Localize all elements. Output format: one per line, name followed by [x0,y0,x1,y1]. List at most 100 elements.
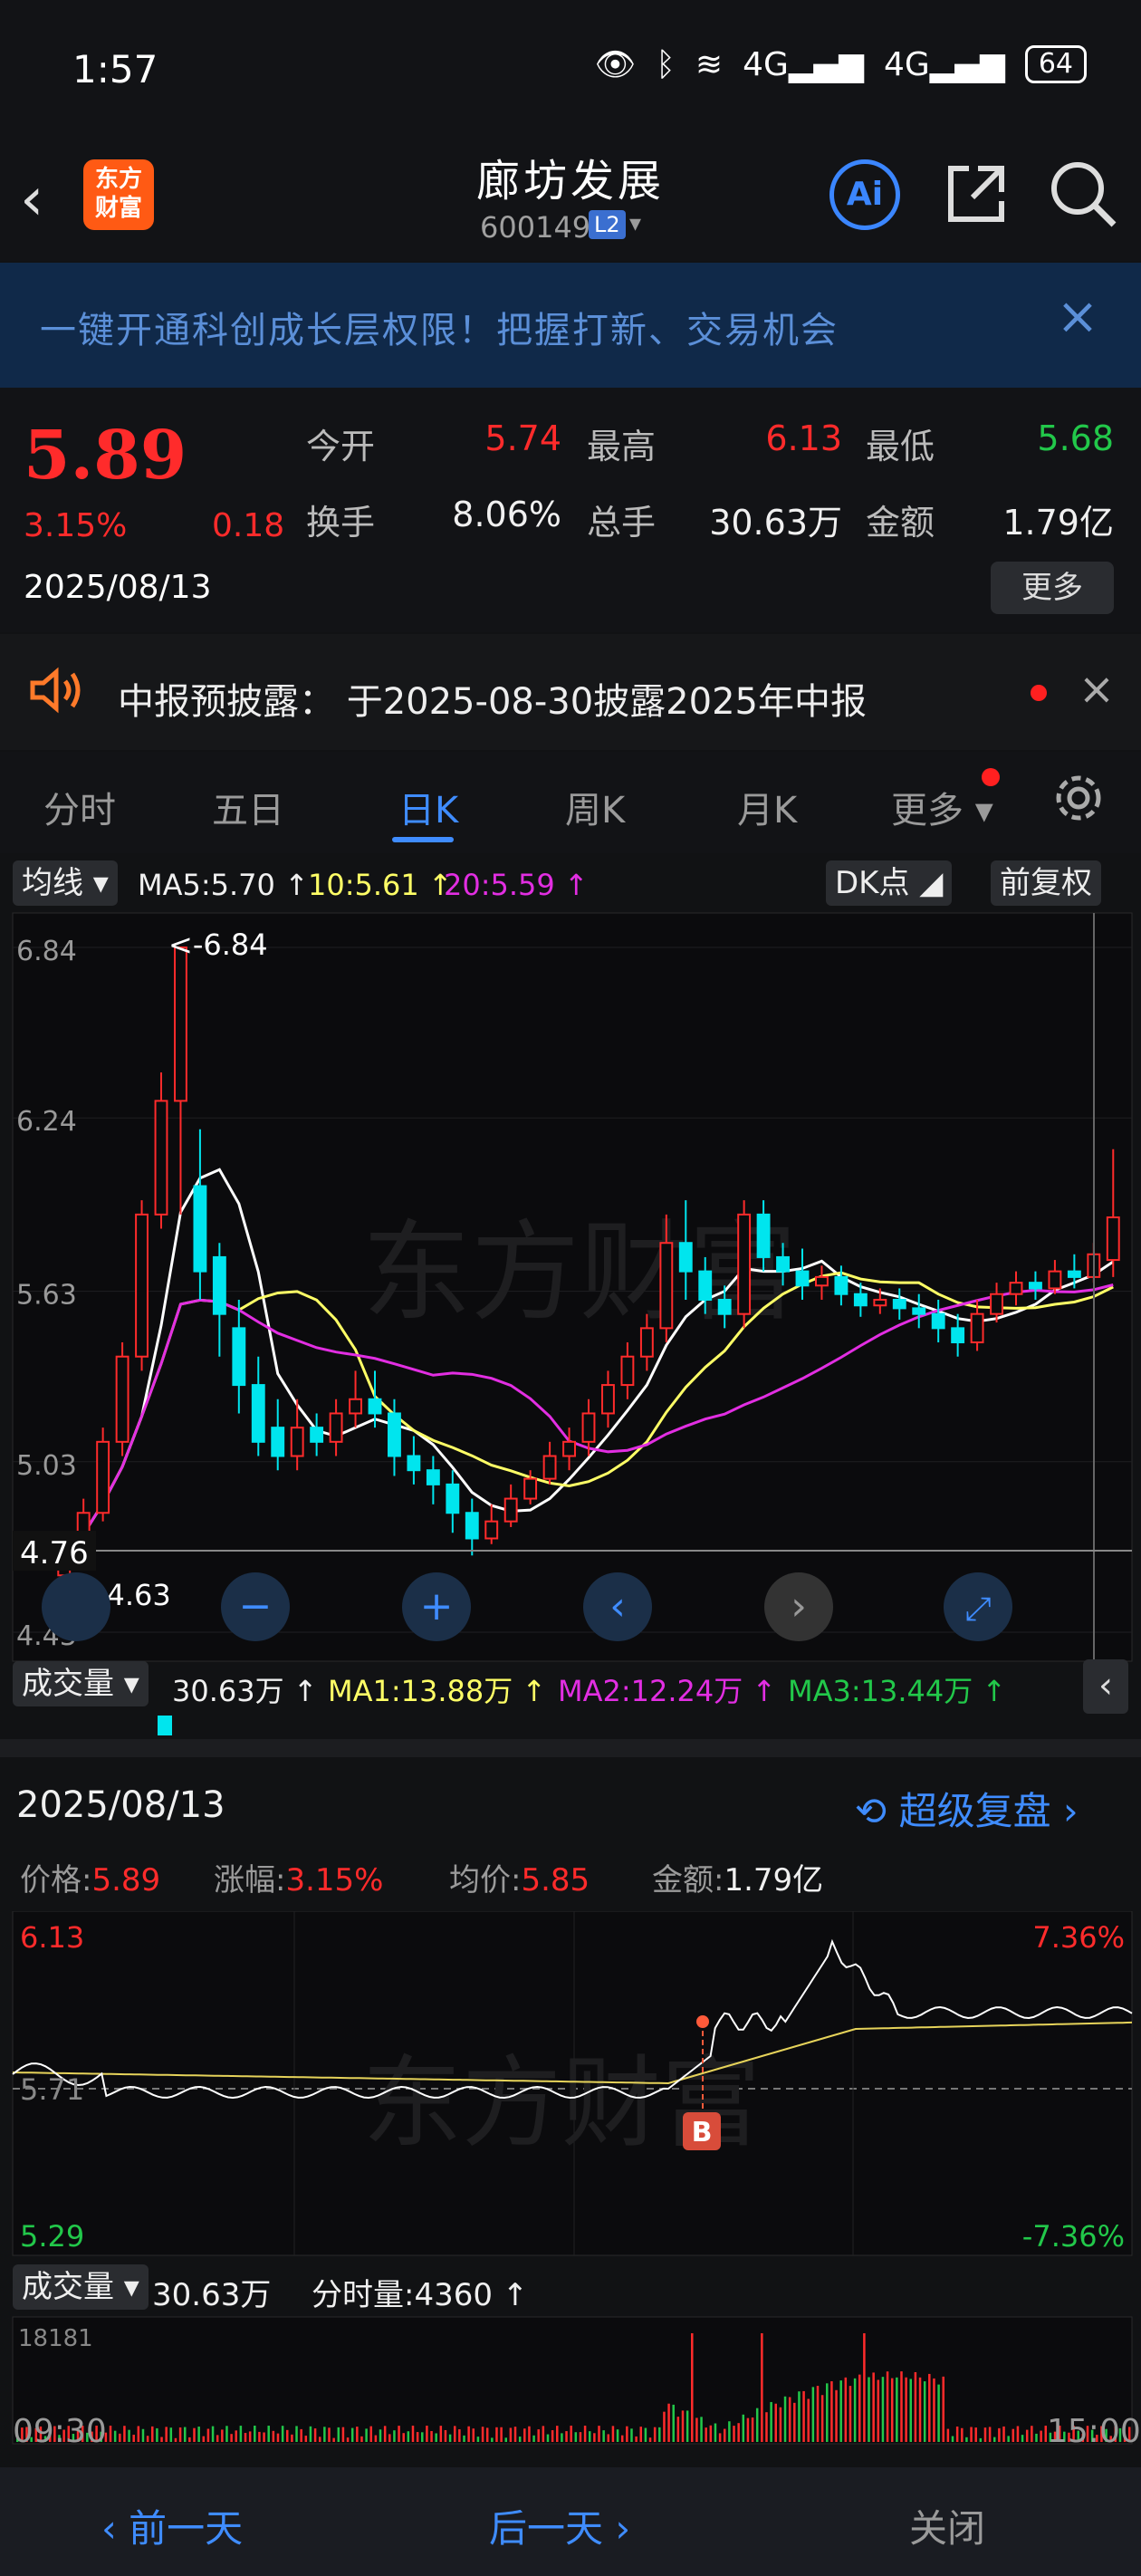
stock-code[interactable]: 600149 [480,210,590,245]
tab-daily-k[interactable]: 日K [398,781,458,833]
adjust-selector[interactable]: 前复权 [991,860,1101,906]
tab-monthly-k[interactable]: 月K [737,781,797,833]
volume-bar [430,2430,433,2442]
volume-bar [254,2426,256,2442]
volume-bar [890,2378,894,2442]
candle-body [135,1213,149,1358]
volume-bar [765,2412,768,2442]
prev-day-button[interactable]: ‹ 前一天 [101,2498,243,2553]
candle-body [329,1412,343,1443]
share-icon[interactable] [942,159,1011,228]
super-replay-link[interactable]: ⟲ 超级复盘 › [855,1781,1079,1836]
volume-bar [1007,2436,1010,2442]
candle-body [678,1242,693,1273]
volume-bar [695,2417,698,2442]
volume-bar [509,2427,513,2442]
turnover-value: 8.06% [452,495,561,534]
volume-bar [388,2434,391,2442]
tab-more[interactable]: 更多 ▾ [891,781,993,833]
candle-body [834,1275,849,1295]
total-hand-label: 总手 [587,503,657,543]
dk-point-selector[interactable]: DK点 ◢ [826,860,953,906]
ma10-value: 10:5.61 ↑ [308,868,453,902]
volume-bar [119,2433,121,2442]
volume-bar [337,2427,340,2442]
volume-bar [820,2395,824,2442]
volume-bar [137,2426,140,2442]
next-day-button[interactable]: 后一天 › [489,2498,630,2553]
volume-bar [113,2430,117,2442]
status-bar: 1:57 👁 ᛒ ≋ 4G▂▄▆ 4G▂▄▆ 64 [0,0,1141,145]
volume-bar [998,2427,1001,2442]
volume-bar [323,2427,326,2442]
volume-bar [350,2427,354,2442]
gear-icon[interactable] [1050,770,1107,830]
volume-bar [905,2377,907,2442]
close-button[interactable]: 关闭 [909,2498,985,2553]
volume-bar [807,2398,810,2442]
volume-bar [1016,2426,1020,2442]
candle-body [542,1455,557,1480]
speaker-icon [30,667,81,714]
volume-bar [132,2435,135,2442]
ai-button[interactable]: Ai [829,159,900,230]
tab-intraday[interactable]: 分时 [43,781,116,833]
more-button[interactable]: 更多 [991,562,1114,614]
volume-bar [718,2433,722,2442]
volume-bar [286,2429,289,2442]
unread-dot [1031,685,1047,701]
search-icon[interactable] [1045,156,1119,230]
volume-bar [448,2434,452,2442]
volume-bar [868,2377,870,2442]
volume-bar [295,2426,298,2442]
banner-text[interactable]: 一键开通科创成长层权限！把握打新、交易机会 [40,301,839,353]
kline-chart[interactable]: 东方财富 6.846.245.635.034.43 4.76 <-6.84 <-… [0,911,1141,1663]
open-label: 今开 [306,427,376,466]
volume-bar [881,2377,885,2442]
notice-text[interactable]: 中报预披露： 于2025-08-30披露2025年中报 [118,672,867,725]
candle-body [465,1512,479,1540]
chevron-down-icon[interactable]: ▾ [629,210,641,237]
promo-banner[interactable]: 一键开通科创成长层权限！把握打新、交易机会 × [0,263,1141,388]
volume-bar [611,2426,615,2442]
volume-bar [276,2433,280,2442]
volume-bar [561,2433,563,2442]
volume-bar [523,2428,526,2442]
volume-bar [248,2431,252,2442]
reset-button[interactable] [42,1572,110,1641]
tab-weekly-k[interactable]: 周K [565,781,625,833]
volume-bar [970,2427,973,2442]
last-price: 5.89 [24,417,187,495]
candle-body [251,1384,265,1443]
volume-bar [681,2410,685,2442]
section-divider [0,1739,1141,1757]
ma-selector[interactable]: 均线 ▾ [13,860,118,906]
volume-bar [983,2427,987,2442]
volume-bar [933,2378,935,2442]
close-icon[interactable]: × [1074,667,1119,712]
intraday-volume-selector[interactable]: 成交量 ▾ [13,2264,149,2310]
volume-bar [346,2437,350,2442]
tab-five-day[interactable]: 五日 [212,781,284,833]
volume-selector[interactable]: 成交量 ▾ [13,1661,149,1706]
candle-body [290,1427,304,1457]
y-tick-label: 6.24 [16,1106,77,1138]
candle-body [776,1255,790,1273]
amount-value: 1.79亿 [1002,503,1114,543]
crosshair-label: 4.76 [20,1535,89,1572]
high-label: 最高 [587,427,657,466]
y-mid-label: 5.71 [20,2072,84,2107]
volume-bar [663,2411,666,2442]
close-icon[interactable]: × [1050,290,1105,344]
volume-bar [500,2427,503,2442]
candle-body [1029,1282,1042,1290]
volume-bar [463,2435,465,2442]
volume-bar [844,2377,848,2442]
collapse-panel-button[interactable]: ‹ [1083,1659,1128,1714]
volume-ma2: MA2:12.24万 ↑ [558,1674,777,1708]
volume-bar [230,2434,233,2442]
unread-dot [982,768,1000,786]
volume-bar [426,2426,428,2442]
volume-bar [607,2434,610,2442]
intraday-chart[interactable]: 东方财富 B 6.13 5.71 5.29 7.36% -7.36% 18181 [0,1911,1141,2455]
